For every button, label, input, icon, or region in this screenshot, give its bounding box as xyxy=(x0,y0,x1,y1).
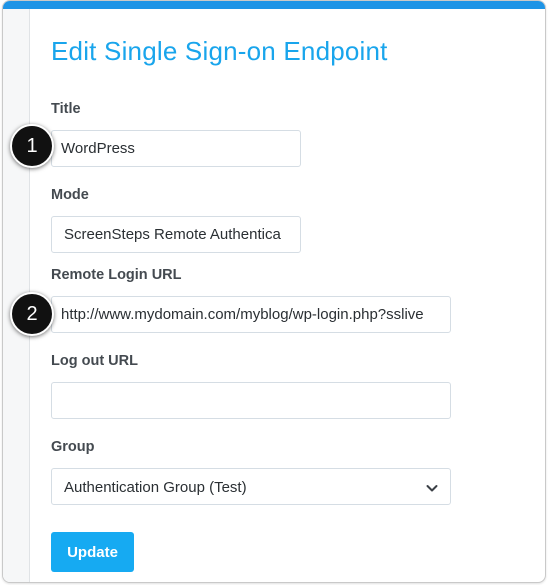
mode-input[interactable]: ScreenSteps Remote Authentica xyxy=(51,216,301,253)
remote-login-url-label: Remote Login URL xyxy=(51,267,182,283)
chevron-down-icon xyxy=(426,485,438,492)
step-marker-1: 1 xyxy=(10,124,54,168)
update-button[interactable]: Update xyxy=(51,532,134,572)
mode-label: Mode xyxy=(51,187,89,203)
logout-url-label: Log out URL xyxy=(51,353,138,369)
remote-login-url-input[interactable]: http://www.mydomain.com/myblog/wp-login.… xyxy=(51,296,451,333)
title-input[interactable]: WordPress xyxy=(51,130,301,167)
logout-url-input[interactable] xyxy=(51,382,451,419)
title-label: Title xyxy=(51,101,81,117)
page-title: Edit Single Sign-on Endpoint xyxy=(51,36,388,66)
step-marker-2: 2 xyxy=(10,292,54,336)
group-select[interactable]: Authentication Group (Test) xyxy=(51,468,451,505)
group-label: Group xyxy=(51,439,95,455)
top-accent-bar xyxy=(3,1,545,9)
group-select-value: Authentication Group (Test) xyxy=(64,479,247,496)
